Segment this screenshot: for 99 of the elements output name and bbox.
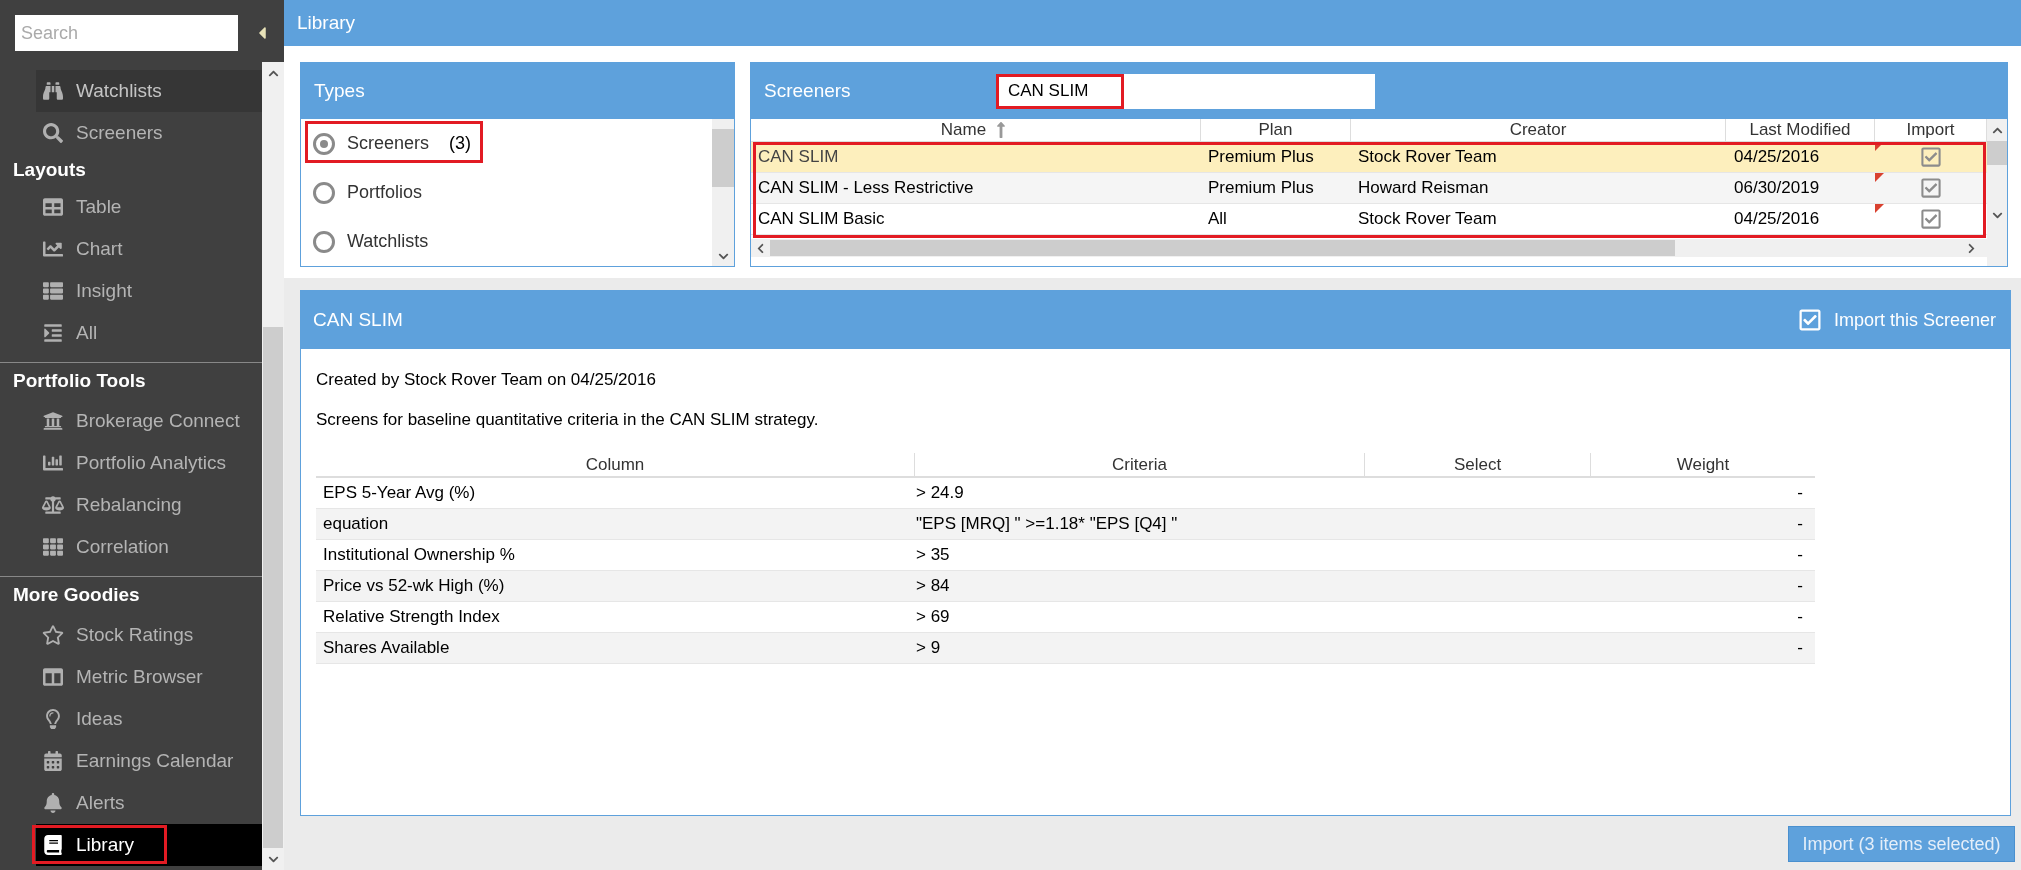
table-cell-text: All (1207, 208, 1228, 231)
table-cell-text: 04/25/2016 (1733, 146, 1821, 169)
nav-item[interactable]: Brokerage Connect (36, 400, 262, 442)
table-cell-text: CAN SLIM - Less Restrictive (757, 177, 975, 200)
table-cell-text: Premium Plus (1207, 146, 1315, 169)
scrollbar-thumb[interactable] (770, 240, 1675, 256)
column-header: Select (1365, 453, 1591, 476)
nav-item[interactable]: Ideas (36, 698, 262, 740)
checkbox-icon (1797, 308, 1822, 332)
nav-item[interactable]: Earnings Calendar (36, 740, 262, 782)
section-heading: More Goodies (12, 583, 141, 608)
scrollbar-thumb[interactable] (712, 129, 734, 187)
search-field[interactable]: CAN SLIM (996, 73, 1375, 109)
search-icon (42, 123, 64, 143)
table-cell-text: CAN SLIM Basic (757, 208, 886, 231)
page-title: Library (297, 10, 356, 35)
section-heading: Layouts (12, 157, 87, 182)
nav-item[interactable]: Portfolio Analytics (36, 442, 262, 484)
created-text: Created by Stock Rover Team on 04/25/2016 (316, 369, 657, 391)
nav-item[interactable]: Stock Ratings (36, 614, 262, 656)
nav-item[interactable]: Alerts (36, 782, 262, 824)
checkbox[interactable] (1920, 177, 1942, 199)
table-cell-text: - (1797, 575, 1803, 598)
column-header[interactable]: Plan (1201, 119, 1351, 141)
section-heading: Portfolio Tools (12, 369, 147, 394)
radio-button[interactable] (313, 132, 335, 155)
table-cell-text: - (1797, 544, 1803, 567)
table-icon (42, 197, 64, 217)
scrollbar-thumb[interactable] (1987, 141, 2007, 165)
table-cell-text: EPS 5-Year Avg (%) (322, 482, 477, 505)
table-cell-text: Relative Strength Index (322, 606, 501, 629)
column-header: Criteria (915, 453, 1365, 476)
table-cell-text: equation (322, 513, 390, 536)
table-cell-text: > 35 (915, 544, 951, 567)
column-header: Weight (1675, 453, 1731, 476)
table-cell-text: - (1797, 637, 1803, 660)
bar-chart-icon (42, 453, 64, 473)
table-cell-text: > 24.9 (915, 482, 965, 505)
table-cell-text: "EPS [MRQ] " >=1.18* "EPS [Q4] " (915, 513, 1179, 536)
table-cell-text: 06/30/2019 (1733, 177, 1821, 200)
indent-icon (42, 323, 64, 343)
columns-icon (42, 667, 64, 687)
nav-item[interactable]: All (36, 312, 262, 354)
line-chart-icon (42, 239, 64, 259)
panel-title: CAN SLIM (313, 307, 403, 332)
table-cell-text: > 69 (915, 606, 951, 629)
type-option[interactable]: Screeners (3) (301, 119, 712, 168)
bank-icon (42, 411, 64, 431)
star-icon (42, 625, 64, 645)
table-cell-text: Stock Rover Team (1357, 208, 1498, 231)
calendar-icon (42, 751, 64, 771)
radio-button[interactable] (313, 230, 335, 253)
table-cell-text: - (1797, 482, 1803, 505)
type-option[interactable]: Watchlists (301, 217, 712, 266)
table-cell-text: Stock Rover Team (1357, 146, 1498, 169)
column-header: Column (316, 453, 915, 476)
nav-item[interactable]: Chart (36, 228, 262, 270)
search-field[interactable]: Search (15, 15, 238, 51)
column-header[interactable]: Creator (1351, 119, 1726, 141)
nav-item[interactable]: Metric Browser (36, 656, 262, 698)
import-checkbox[interactable]: Import this Screener (1797, 306, 1996, 334)
bell-icon (42, 793, 64, 813)
panel-title: Screeners (764, 78, 852, 103)
nav-item[interactable]: Insight (36, 270, 262, 312)
table-cell-text: > 84 (915, 575, 951, 598)
table-cell-text: CAN SLIM (757, 146, 840, 169)
grid-icon (42, 537, 64, 557)
chevron-left-icon (755, 242, 766, 254)
count-label: (3) (449, 132, 472, 155)
column-header[interactable]: Last Modified (1726, 119, 1875, 141)
table-cell-text: Premium Plus (1207, 177, 1315, 200)
binoculars-icon (42, 81, 64, 101)
table-cell-text: 04/25/2016 (1733, 208, 1821, 231)
nav-item[interactable]: Screeners (36, 112, 262, 154)
scale-icon (42, 495, 64, 515)
panel-title: Types (314, 78, 365, 103)
table-cell-text: Shares Available (322, 637, 451, 660)
checkbox[interactable] (1920, 208, 1942, 230)
type-option[interactable]: Portfolios (301, 168, 712, 217)
table-cell-text: - (1797, 606, 1803, 629)
table-row[interactable]: CAN SLIM - Less Restrictive Premium Plus Howard Reisman 06/30/2019 (751, 173, 1987, 204)
description-text: Screens for baseline quantitative criteria in the CAN SLIM strategy. (316, 409, 820, 431)
chevron-right-icon (1966, 242, 1977, 254)
nav-item[interactable]: Rebalancing (36, 484, 262, 526)
nav-item[interactable]: Table (36, 186, 262, 228)
table-cell-text: - (1797, 513, 1803, 536)
column-header[interactable]: Name (751, 119, 1201, 141)
nav-item[interactable]: Watchlists (36, 70, 262, 112)
nav-item[interactable]: Correlation (36, 526, 262, 568)
table-cell-text: Howard Reisman (1357, 177, 1490, 200)
table-row[interactable]: CAN SLIM Basic All Stock Rover Team 04/25/2016 (751, 204, 1987, 235)
list-icon (42, 281, 64, 301)
scrollbar-thumb[interactable] (263, 327, 283, 848)
radio-button[interactable] (313, 181, 335, 204)
table-cell-text: Institutional Ownership % (322, 544, 516, 567)
table-cell-text: Price vs 52-wk High (%) (322, 575, 506, 598)
table-cell-text: > 9 (915, 637, 942, 660)
checkbox[interactable] (1920, 146, 1942, 168)
book-icon (42, 835, 64, 855)
